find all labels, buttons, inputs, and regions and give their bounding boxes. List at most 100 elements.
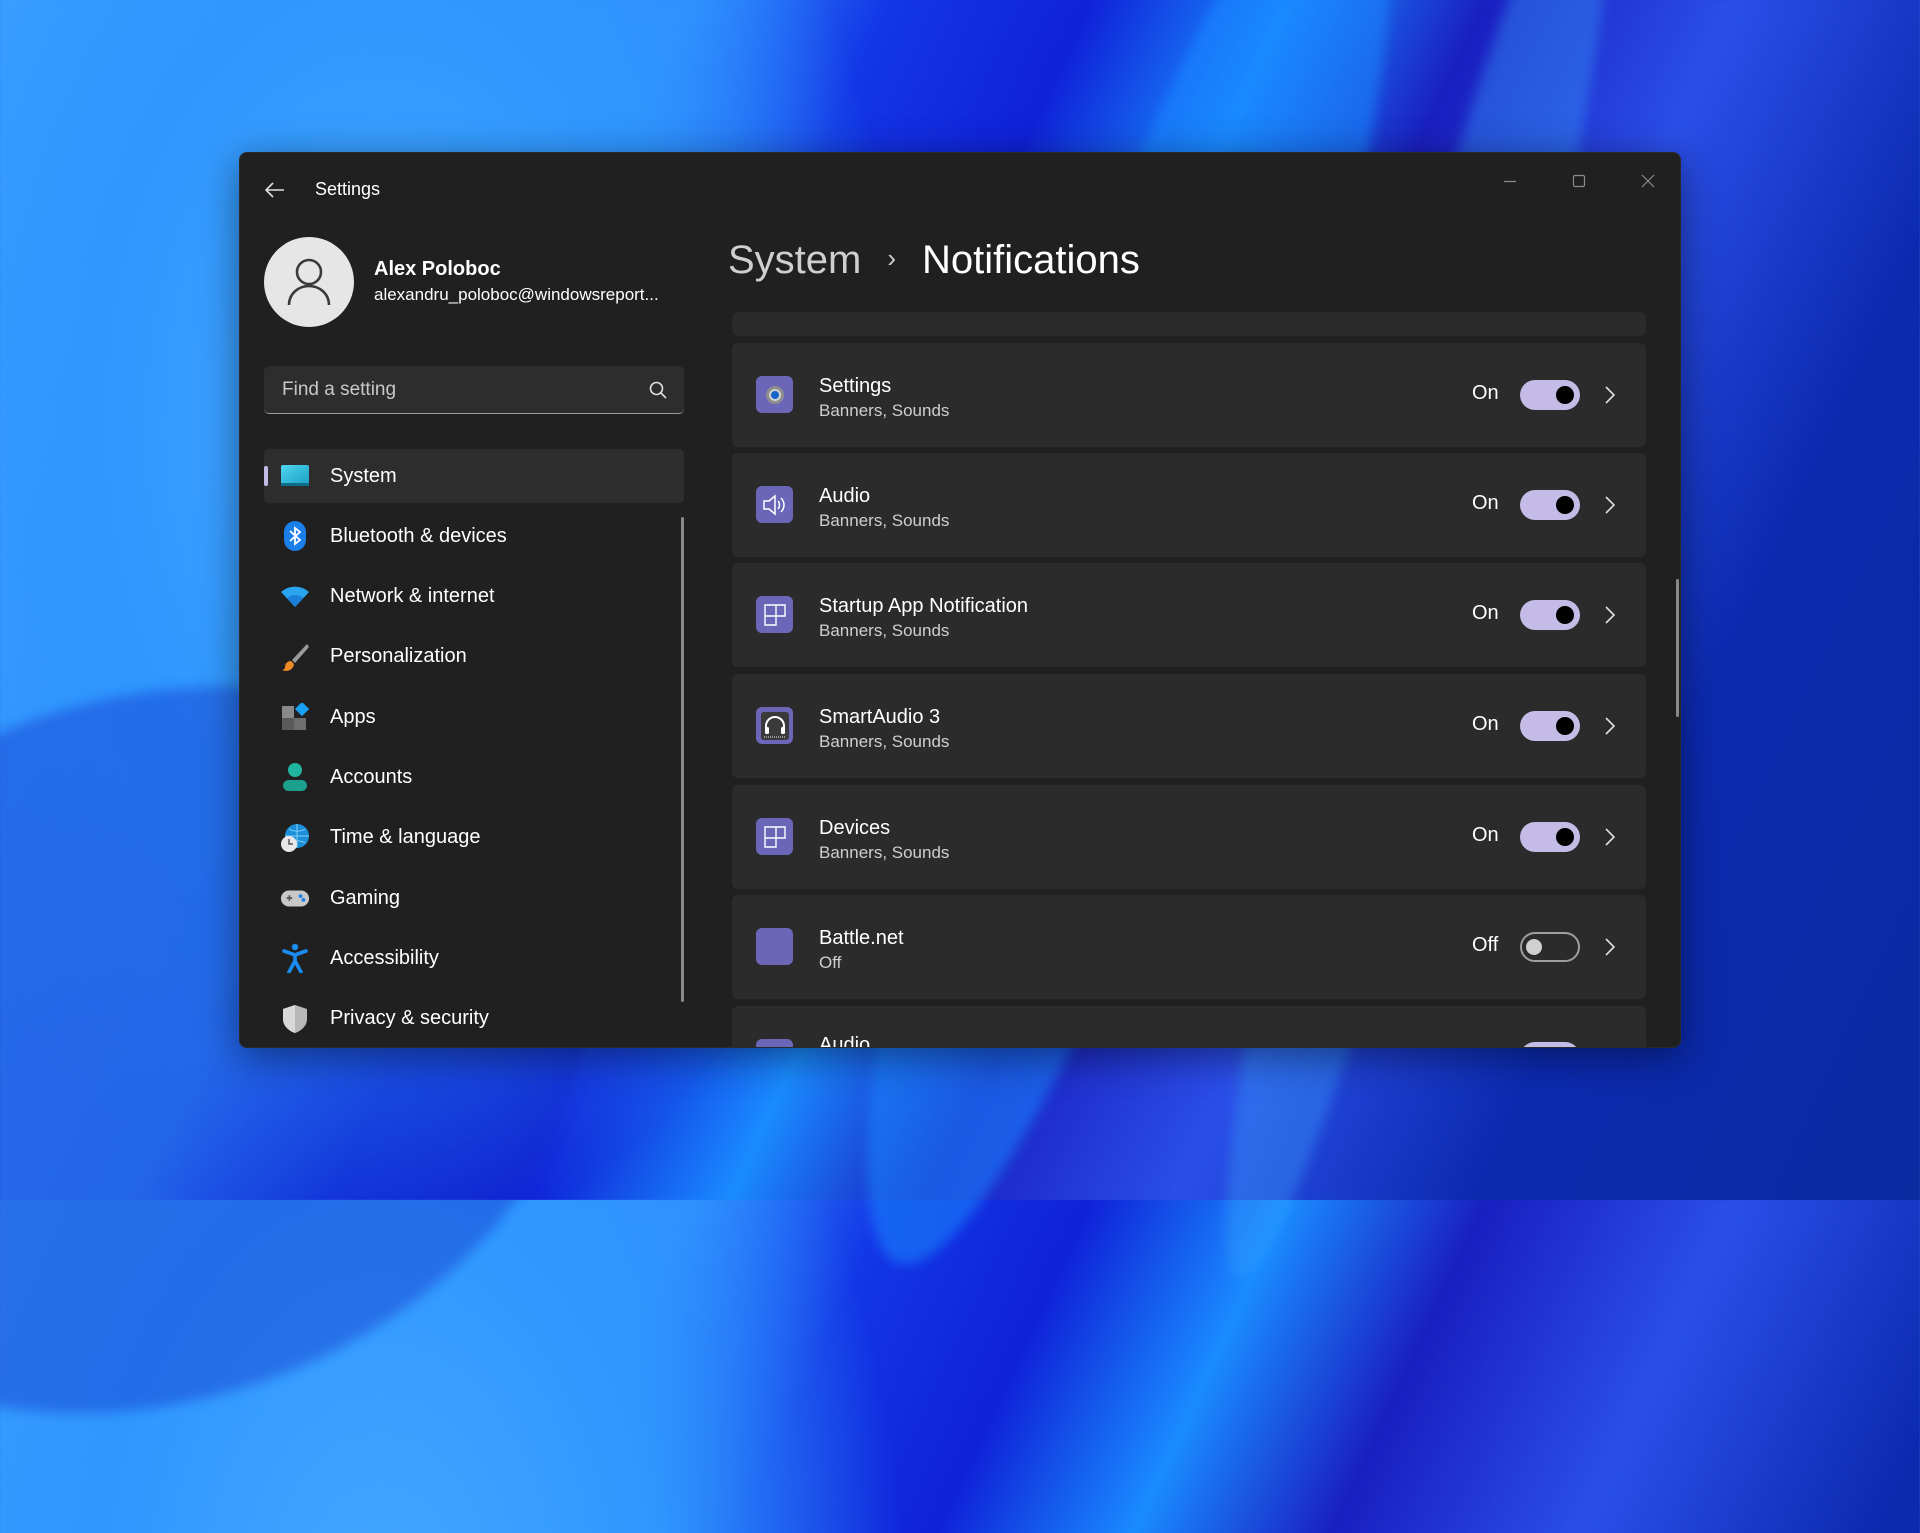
sidebar-item-gaming[interactable]: Gaming	[264, 871, 684, 925]
sidebar-item-label: Personalization	[330, 645, 467, 668]
sidebar-item-bluetooth[interactable]: Bluetooth & devices	[264, 509, 684, 563]
chevron-right-icon[interactable]	[1600, 493, 1620, 517]
notification-toggle[interactable]	[1520, 490, 1580, 520]
app-notification-detail: Banners, Sounds	[819, 621, 950, 640]
minimize-button[interactable]	[1485, 161, 1535, 201]
notification-toggle[interactable]	[1520, 380, 1580, 410]
user-profile[interactable]: Alex Poloboc alexandru_poloboc@windowsre…	[264, 237, 694, 329]
search-box[interactable]	[264, 366, 684, 414]
gamepad-icon	[280, 883, 310, 913]
sidebar-scrollbar[interactable]	[681, 517, 684, 1002]
sidebar-item-label: Accounts	[330, 765, 413, 788]
app-title: Settings	[315, 179, 381, 199]
toggle-knob	[1556, 717, 1574, 735]
page-title: Notifications	[922, 238, 1140, 282]
chevron-right-icon[interactable]	[1600, 714, 1620, 738]
accessibility-icon	[280, 943, 310, 974]
profile-email: alexandru_poloboc@windowsreport...	[374, 285, 659, 304]
person-icon	[280, 762, 310, 792]
list-item-partial[interactable]	[732, 312, 1646, 336]
maximize-icon	[1572, 174, 1586, 188]
app-notification-row[interactable]: Battle.net Off Off	[732, 895, 1646, 999]
apps-icon	[280, 702, 310, 732]
notification-toggle[interactable]	[1520, 600, 1580, 630]
toggle-state-label: On	[1472, 382, 1499, 404]
gear-icon	[756, 376, 793, 413]
sidebar-item-accounts[interactable]: Accounts	[264, 750, 684, 804]
app-notification-row[interactable]: Devices Banners, Sounds On	[732, 785, 1646, 889]
breadcrumb-parent[interactable]: System	[728, 238, 861, 282]
app-notification-detail: Banners, Sounds	[819, 732, 950, 751]
sidebar-item-label: Gaming	[330, 886, 401, 909]
sidebar-item-personalization[interactable]: Personalization	[264, 630, 684, 684]
sidebar: Alex Poloboc alexandru_poloboc@windowsre…	[240, 201, 700, 1047]
speaker-icon	[756, 486, 793, 523]
app-notification-row[interactable]: SmartAudio 3 Banners, Sounds On	[732, 674, 1646, 778]
toggle-state-label: On	[1472, 492, 1499, 514]
monitor-icon	[280, 461, 310, 491]
speaker-icon	[756, 1039, 793, 1047]
paintbrush-icon	[280, 642, 310, 672]
maximize-button[interactable]	[1554, 161, 1604, 201]
sidebar-item-time-language[interactable]: Time & language	[264, 811, 684, 865]
sidebar-item-apps[interactable]: Apps	[264, 690, 684, 744]
avatar[interactable]	[264, 237, 354, 327]
notification-toggle[interactable]	[1520, 822, 1580, 852]
app-notification-row[interactable]: Settings Banners, Sounds On	[732, 343, 1646, 447]
chevron-right-icon[interactable]	[1600, 383, 1620, 407]
chevron-right-icon[interactable]	[1600, 935, 1620, 959]
app-name: Battle.net	[819, 927, 904, 949]
chevron-right-icon[interactable]	[1600, 825, 1620, 849]
notification-toggle[interactable]	[1520, 1042, 1580, 1047]
settings-window: Settings Alex Poloboc alexandru_poloboc@…	[239, 152, 1681, 1048]
app-name: Settings	[819, 375, 892, 397]
app-notification-detail: Banners, Sounds	[819, 511, 950, 530]
bluetooth-icon	[280, 521, 310, 552]
sidebar-item-label: Bluetooth & devices	[330, 524, 507, 547]
headphones-icon	[756, 707, 793, 744]
search-input[interactable]	[280, 366, 644, 414]
profile-name: Alex Poloboc	[374, 258, 501, 280]
notifications-list: Settings Banners, Sounds On Audio Banner…	[732, 311, 1647, 1047]
notification-toggle[interactable]	[1520, 711, 1580, 741]
title-bar: Settings	[240, 153, 1680, 201]
breadcrumb: System › Notifications	[728, 238, 1140, 283]
grid-icon	[756, 818, 793, 855]
sidebar-item-label: Accessibility	[330, 946, 439, 969]
app-notification-row[interactable]: Audio	[732, 1006, 1646, 1047]
app-notification-detail: Banners, Sounds	[819, 843, 950, 862]
shield-icon	[280, 1004, 310, 1034]
sidebar-item-network[interactable]: Network & internet	[264, 570, 684, 624]
person-outline-icon	[287, 258, 331, 306]
toggle-knob	[1556, 386, 1574, 404]
app-name: Devices	[819, 817, 891, 839]
sidebar-item-label: System	[330, 464, 397, 487]
blank-app-icon	[756, 928, 793, 965]
sidebar-item-label: Apps	[330, 705, 376, 728]
sidebar-item-system[interactable]: System	[264, 449, 684, 503]
toggle-state-label: On	[1472, 713, 1499, 735]
breadcrumb-separator: ›	[887, 243, 897, 273]
toggle-state-label: On	[1472, 824, 1499, 846]
content-scrollbar[interactable]	[1676, 579, 1679, 717]
app-name: Startup App Notification	[819, 595, 1029, 617]
app-notification-detail: Off	[819, 953, 842, 972]
grid-icon	[756, 596, 793, 633]
toggle-state-label: Off	[1472, 934, 1499, 956]
selection-indicator	[264, 466, 268, 486]
app-notification-row[interactable]: Startup App Notification Banners, Sounds…	[732, 563, 1646, 667]
chevron-right-icon[interactable]	[1600, 603, 1620, 627]
notification-toggle[interactable]	[1520, 932, 1580, 962]
toggle-knob	[1556, 828, 1574, 846]
close-button[interactable]	[1623, 161, 1673, 201]
sidebar-item-label: Time & language	[330, 826, 481, 849]
sidebar-nav: System Bluetooth & devices Network & int…	[264, 449, 684, 1047]
arrow-left-icon	[265, 182, 284, 198]
search-icon[interactable]	[648, 380, 668, 400]
globe-clock-icon	[280, 823, 310, 853]
toggle-knob	[1556, 606, 1574, 624]
minimize-icon	[1504, 180, 1516, 183]
sidebar-item-privacy-security[interactable]: Privacy & security	[264, 992, 684, 1046]
sidebar-item-accessibility[interactable]: Accessibility	[264, 931, 684, 985]
app-notification-row[interactable]: Audio Banners, Sounds On	[732, 453, 1646, 557]
